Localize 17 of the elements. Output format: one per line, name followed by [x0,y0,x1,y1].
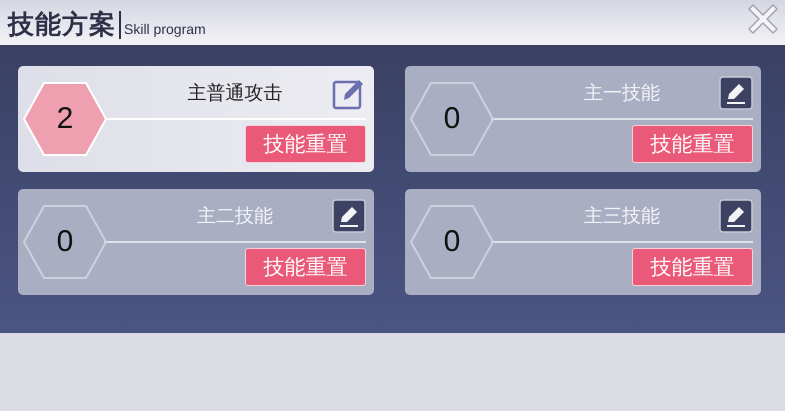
skill-card[interactable]: 0 主二技能 技能重置 [18,189,374,295]
skill-name: 主普通攻击 [186,81,284,106]
skill-points-hexagon: 0 [409,204,495,280]
skill-points-hexagon: 0 [22,204,108,280]
skill-card[interactable]: 2 主普通攻击 技能重置 [18,66,374,172]
edit-icon[interactable] [719,76,753,110]
edit-icon[interactable] [719,199,753,233]
skill-name: 主一技能 [583,81,661,106]
skill-card[interactable]: 0 主三技能 技能重置 [405,189,761,295]
skill-card[interactable]: 0 主一技能 技能重置 [405,66,761,172]
skill-name: 主三技能 [583,204,661,229]
skill-points-hexagon: 0 [409,81,495,157]
edit-icon[interactable] [332,199,366,233]
window-title: 技能方案 [8,10,121,38]
skill-points-hexagon: 2 [22,81,108,157]
window-subtitle: Skill program [124,20,206,36]
skill-name: 主二技能 [196,204,274,229]
